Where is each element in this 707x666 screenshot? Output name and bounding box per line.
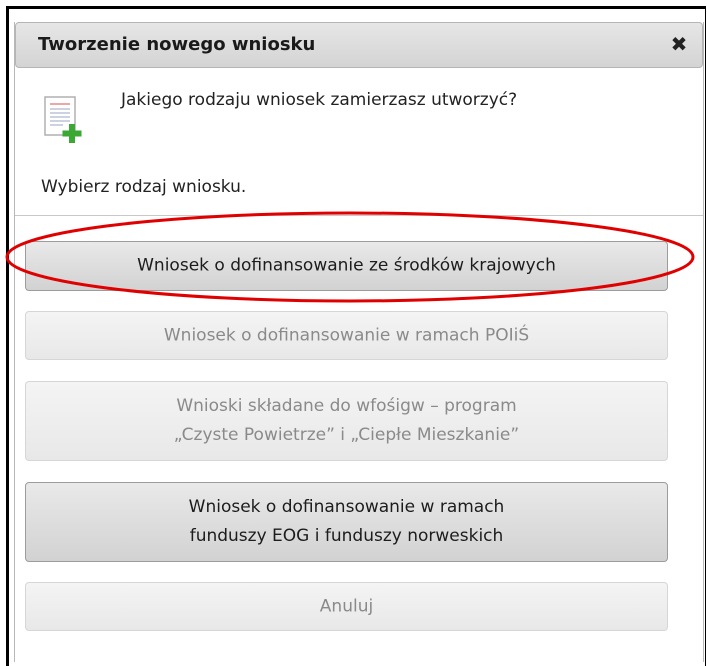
new-application-dialog: Tworzenie nowego wniosku ✖ Jakiego rodza… (14, 22, 704, 662)
button-label-line-2: „Czyste Powietrze” i „Ciepłe Mieszkanie” (173, 425, 520, 445)
instruction-text: Wybierz rodzaj wniosku. (41, 177, 247, 197)
question-text: Jakiego rodzaju wniosek zamierzasz utwor… (121, 90, 518, 110)
button-label: Anuluj (319, 596, 374, 616)
new-document-icon (44, 96, 82, 143)
dialog-title: Tworzenie nowego wniosku (38, 34, 316, 55)
divider (15, 215, 703, 216)
button-label-line-2: funduszy EOG i funduszy norweskich (189, 526, 504, 546)
poiis-application-button[interactable]: Wniosek o dofinansowanie w ramach POIiŚ (25, 311, 668, 360)
close-icon[interactable]: ✖ (668, 33, 690, 55)
cancel-button[interactable]: Anuluj (25, 582, 668, 631)
dialog-titlebar: Tworzenie nowego wniosku ✖ (15, 22, 703, 68)
button-label-line-1: Wnioski składane do wfośigw – program (176, 396, 517, 416)
button-label: Wniosek o dofinansowanie ze środków kraj… (137, 255, 556, 276)
wfosigw-application-button[interactable]: Wnioski składane do wfośigw – program „C… (25, 381, 668, 461)
eog-norwegian-funds-application-button[interactable]: Wniosek o dofinansowanie w ramach fundus… (25, 482, 668, 562)
national-funds-application-button[interactable]: Wniosek o dofinansowanie ze środków kraj… (25, 241, 668, 291)
button-label-line-1: Wniosek o dofinansowanie w ramach (188, 497, 505, 517)
button-label: Wniosek o dofinansowanie w ramach POIiŚ (163, 325, 530, 345)
